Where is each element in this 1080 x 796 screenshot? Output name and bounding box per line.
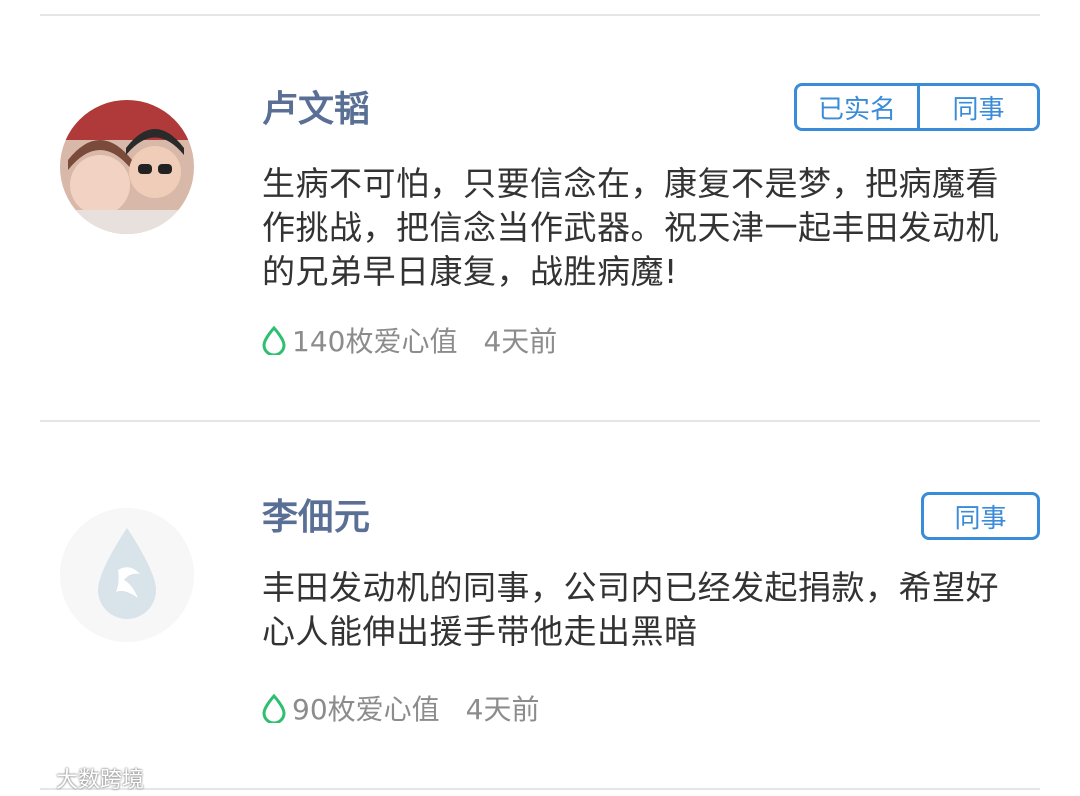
comment-divider: [40, 420, 1040, 422]
avatar[interactable]: [60, 508, 194, 642]
love-value: 90枚爱心值: [292, 693, 440, 726]
timestamp: 4天前: [483, 325, 558, 358]
tag-colleague: 同事: [917, 86, 1037, 128]
tag-group: 同事: [921, 492, 1040, 540]
comment-text: 丰田发动机的同事，公司内已经发起捐款，希望好心人能伸出援手带他走出黑暗: [262, 568, 999, 651]
love-drop-icon: [262, 325, 286, 355]
commenter-name[interactable]: 卢文韬: [262, 90, 370, 130]
bottom-divider: [40, 788, 1040, 790]
watermark-text: 大数跨境: [56, 768, 145, 793]
comment-text: 生病不可怕，只要信念在，康复不是梦，把病魔看作挑战，把信念当作武器。祝天津一起丰…: [262, 164, 999, 291]
tag-colleague: 同事: [954, 503, 1007, 534]
comment-meta: 140枚爱心值 4天前: [260, 320, 557, 360]
avatar[interactable]: [60, 100, 194, 234]
comment-meta: 90枚爱心值 4天前: [260, 688, 539, 728]
default-drop-avatar-icon: [60, 508, 194, 642]
love-drop-icon: [262, 693, 286, 723]
photo-avatar-icon: [60, 100, 194, 234]
tag-group: 已实名 同事: [794, 83, 1040, 131]
top-divider: [40, 14, 1040, 16]
tag-verified: 已实名: [817, 94, 896, 125]
commenter-name[interactable]: 李佃元: [262, 498, 370, 538]
watermark: 大数跨境: [8, 762, 144, 794]
watermark-logo-icon: [8, 767, 51, 788]
timestamp: 4天前: [465, 693, 540, 726]
love-value: 140枚爱心值: [292, 325, 458, 358]
